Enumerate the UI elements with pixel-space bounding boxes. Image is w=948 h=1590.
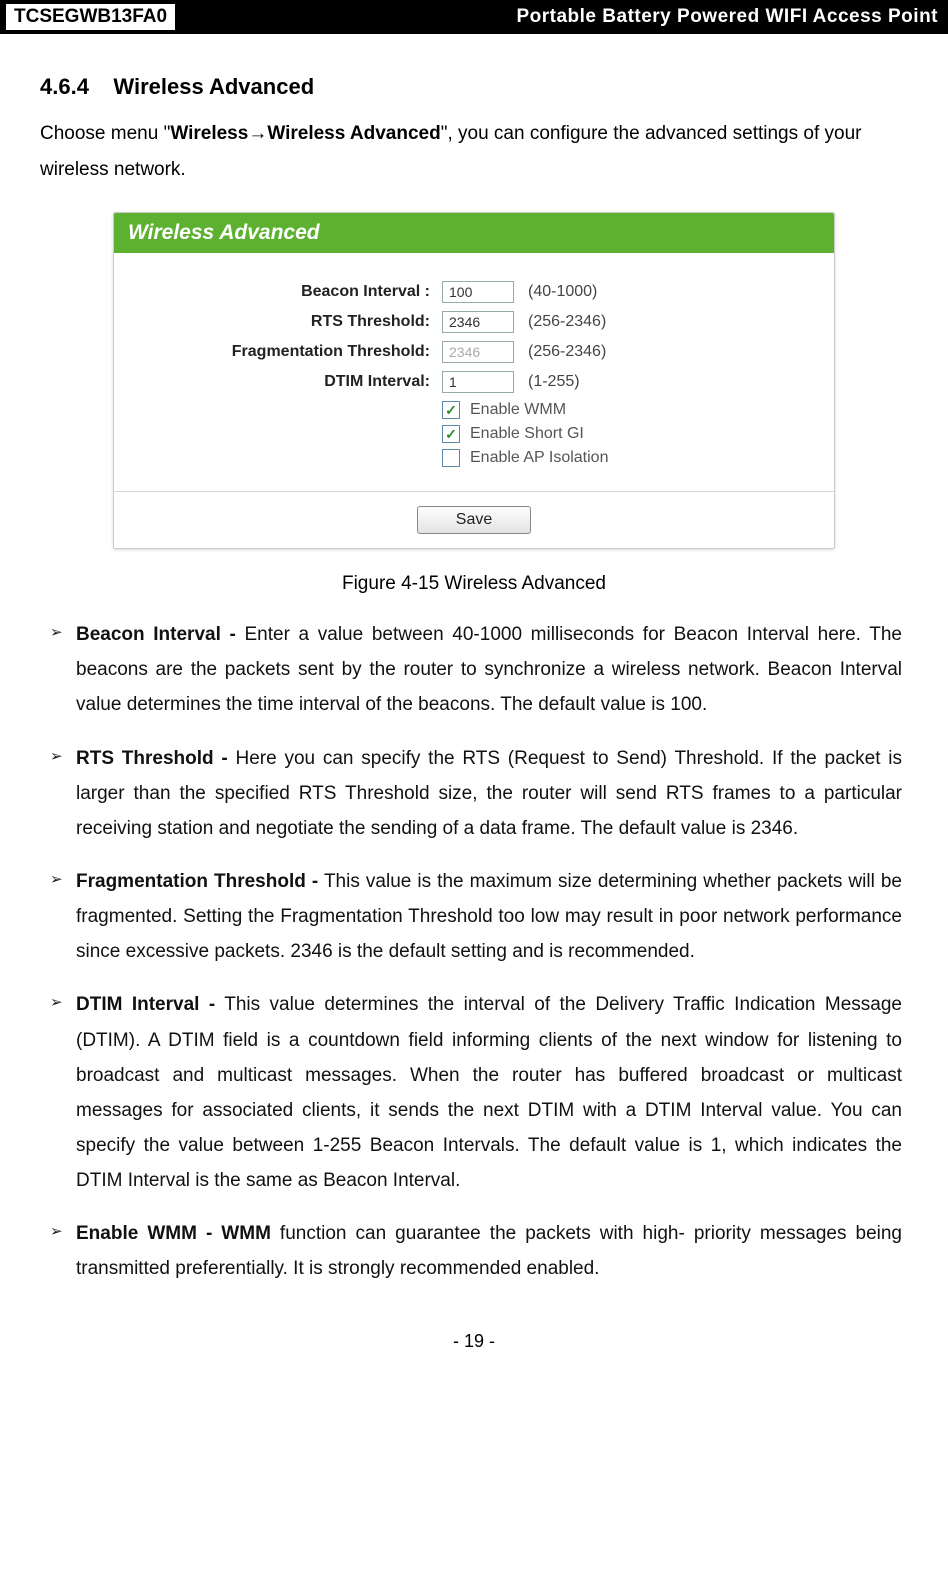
panel-header: Wireless Advanced [114, 213, 834, 253]
hint-dtim-interval: (1-255) [528, 373, 580, 391]
checkbox-enable-wmm[interactable] [442, 401, 460, 419]
term-dtim-interval: DTIM Interval - [76, 994, 215, 1015]
section-title: Wireless Advanced [113, 74, 314, 99]
document-header: TCSEGWB13FA0 Portable Battery Powered WI… [0, 0, 948, 34]
panel-footer: Save [114, 491, 834, 548]
row-rts-threshold: RTS Threshold: (256-2346) [130, 311, 818, 333]
section-heading: 4.6.4 Wireless Advanced [40, 74, 908, 100]
row-fragmentation-threshold: Fragmentation Threshold: (256-2346) [130, 341, 818, 363]
intro-prefix: Choose menu " [40, 123, 170, 144]
input-fragmentation-threshold [442, 341, 514, 363]
bullet-dtim-interval: DTIM Interval - This value determines th… [46, 987, 902, 1198]
label-fragmentation-threshold: Fragmentation Threshold: [130, 343, 442, 361]
term-rts-threshold: RTS Threshold - [76, 748, 228, 769]
panel-body: Beacon Interval : (40-1000) RTS Threshol… [114, 253, 834, 491]
row-dtim-interval: DTIM Interval: (1-255) [130, 371, 818, 393]
text-dtim-interval: This value determines the interval of th… [76, 994, 902, 1191]
label-beacon-interval: Beacon Interval : [130, 283, 442, 301]
section-number: 4.6.4 [40, 74, 89, 99]
row-beacon-interval: Beacon Interval : (40-1000) [130, 281, 818, 303]
bullet-fragmentation-threshold: Fragmentation Threshold - This value is … [46, 864, 902, 969]
row-enable-short-gi: Enable Short GI [130, 425, 818, 443]
bullet-beacon-interval: Beacon Interval - Enter a value between … [46, 617, 902, 722]
wireless-advanced-panel: Wireless Advanced Beacon Interval : (40-… [113, 212, 835, 549]
label-enable-wmm: Enable WMM [470, 401, 566, 419]
term-enable-wmm: Enable WMM - WMM [76, 1223, 271, 1244]
label-enable-ap-isolation: Enable AP Isolation [470, 449, 608, 467]
page-content: 4.6.4 Wireless Advanced Choose menu "Wir… [0, 34, 948, 1392]
checkbox-enable-short-gi[interactable] [442, 425, 460, 443]
figure-caption: Figure 4-15 Wireless Advanced [40, 573, 908, 595]
definition-list: Beacon Interval - Enter a value between … [40, 617, 908, 1286]
hint-beacon-interval: (40-1000) [528, 283, 597, 301]
model-number: TCSEGWB13FA0 [6, 4, 175, 30]
row-enable-wmm: Enable WMM [130, 401, 818, 419]
intro-bold2: Wireless Advanced [267, 123, 440, 144]
label-rts-threshold: RTS Threshold: [130, 313, 442, 331]
checkbox-enable-ap-isolation[interactable] [442, 449, 460, 467]
hint-rts-threshold: (256-2346) [528, 313, 606, 331]
input-rts-threshold[interactable] [442, 311, 514, 333]
term-beacon-interval: Beacon Interval - [76, 624, 236, 645]
label-dtim-interval: DTIM Interval: [130, 373, 442, 391]
row-enable-ap-isolation: Enable AP Isolation [130, 449, 818, 467]
intro-bold1: Wireless [170, 123, 248, 144]
save-button[interactable]: Save [417, 506, 531, 534]
document-title: Portable Battery Powered WIFI Access Poi… [516, 6, 938, 28]
input-dtim-interval[interactable] [442, 371, 514, 393]
hint-fragmentation-threshold: (256-2346) [528, 343, 606, 361]
intro-paragraph: Choose menu "Wireless→Wireless Advanced"… [40, 116, 908, 188]
bullet-rts-threshold: RTS Threshold - Here you can specify the… [46, 741, 902, 846]
page-number: - 19 - [40, 1331, 908, 1352]
intro-arrow: → [248, 123, 267, 144]
input-beacon-interval[interactable] [442, 281, 514, 303]
term-fragmentation-threshold: Fragmentation Threshold - [76, 871, 318, 892]
label-enable-short-gi: Enable Short GI [470, 425, 584, 443]
bullet-enable-wmm: Enable WMM - WMM function can guarantee … [46, 1216, 902, 1286]
